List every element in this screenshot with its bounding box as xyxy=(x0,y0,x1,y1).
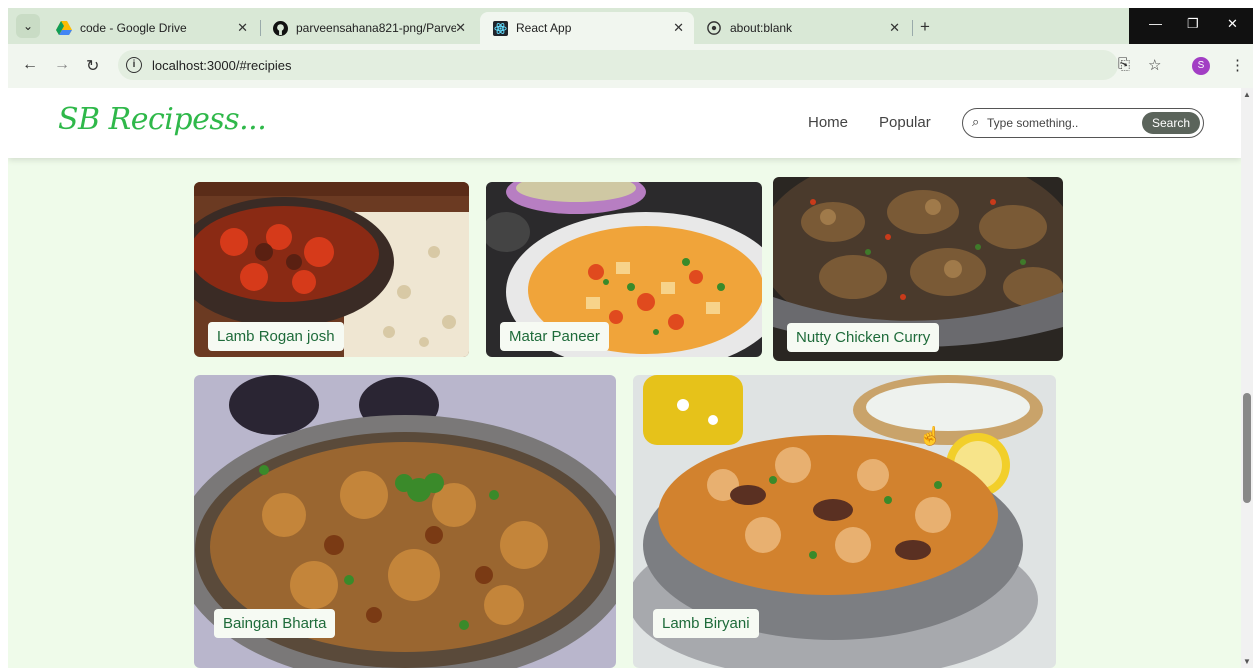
tab-strip: ⌄ code - Google Drive ✕ parveensahana821… xyxy=(8,8,1253,44)
recipe-name: Baingan Bharta xyxy=(214,609,336,638)
install-app-icon[interactable]: ⎘ xyxy=(1118,56,1130,73)
page-viewport: SB Recipess... Home Popular ⌕ Search xyxy=(8,88,1241,668)
close-tab-icon[interactable]: ✕ xyxy=(237,20,248,36)
close-tab-icon[interactable]: ✕ xyxy=(455,20,466,36)
nav-home-link[interactable]: Home xyxy=(808,114,848,131)
search-input[interactable] xyxy=(987,114,1107,132)
recipe-name: Lamb Rogan josh xyxy=(208,322,344,351)
back-icon[interactable]: ← xyxy=(22,56,38,74)
github-icon xyxy=(272,20,288,36)
reload-icon[interactable]: ↻ xyxy=(86,56,99,76)
globe-icon xyxy=(706,20,722,36)
scrollbar-thumb[interactable] xyxy=(1243,393,1251,503)
close-window-icon[interactable]: ✕ xyxy=(1227,16,1238,32)
scroll-up-icon[interactable]: ▲ xyxy=(1243,90,1251,99)
recipe-name: Matar Paneer xyxy=(500,322,609,351)
react-icon xyxy=(492,20,508,36)
site-info-icon[interactable]: i xyxy=(126,57,142,73)
site-navbar: SB Recipess... Home Popular ⌕ Search xyxy=(8,88,1241,158)
browser-window: ⌄ code - Google Drive ✕ parveensahana821… xyxy=(8,8,1253,668)
tab-google-drive[interactable]: code - Google Drive ✕ xyxy=(44,12,258,44)
google-drive-icon xyxy=(56,20,72,36)
profile-avatar[interactable]: S xyxy=(1192,57,1210,75)
recipe-card[interactable]: Matar Paneer xyxy=(486,182,762,357)
url-text: localhost:3000/#recipies xyxy=(152,58,292,73)
tab-github[interactable]: parveensahana821-png/Parveen ✕ xyxy=(260,12,476,44)
browser-toolbar: ← → ↻ i localhost:3000/#recipies ⎘ ☆ S ⋮ xyxy=(8,44,1253,88)
recipe-card[interactable]: Nutty Chicken Curry xyxy=(773,177,1063,361)
tab-title: code - Google Drive xyxy=(80,21,187,35)
tab-title: parveensahana821-png/Parveen xyxy=(296,21,456,35)
tab-search-button[interactable]: ⌄ xyxy=(16,14,40,38)
site-logo[interactable]: SB Recipess... xyxy=(58,102,267,137)
bookmark-star-icon[interactable]: ☆ xyxy=(1148,56,1161,74)
forward-icon[interactable]: → xyxy=(54,56,70,74)
address-bar[interactable]: i localhost:3000/#recipies xyxy=(118,50,1118,80)
recipe-name: Lamb Biryani xyxy=(653,609,759,638)
recipe-card[interactable]: Lamb Rogan josh xyxy=(194,182,469,357)
recipe-card[interactable]: Lamb Biryani xyxy=(633,375,1056,668)
hand-cursor-icon: ☝ xyxy=(919,426,942,446)
tab-react-app[interactable]: React App ✕ xyxy=(480,12,694,44)
nav-popular-link[interactable]: Popular xyxy=(879,114,931,131)
minimize-icon[interactable]: — xyxy=(1149,16,1162,31)
scroll-down-icon[interactable]: ▼ xyxy=(1243,657,1251,666)
recipe-name: Nutty Chicken Curry xyxy=(787,323,940,352)
tab-title: about:blank xyxy=(730,21,793,35)
window-controls: — ❐ ✕ xyxy=(1129,8,1253,44)
close-tab-icon[interactable]: ✕ xyxy=(673,20,684,36)
recipe-card[interactable]: Baingan Bharta xyxy=(194,375,616,668)
close-tab-icon[interactable]: ✕ xyxy=(889,20,900,36)
tab-title: React App xyxy=(516,21,572,35)
page-scrollbar[interactable]: ▲ ▼ xyxy=(1241,88,1253,668)
search-icon: ⌕ xyxy=(972,114,980,129)
restore-icon[interactable]: ❐ xyxy=(1187,16,1199,32)
menu-kebab-icon[interactable]: ⋮ xyxy=(1230,56,1245,74)
tab-about-blank[interactable]: about:blank ✕ xyxy=(694,12,910,44)
search-form: ⌕ Search xyxy=(962,108,1204,138)
new-tab-icon[interactable]: + xyxy=(920,17,930,37)
tab-separator xyxy=(912,20,913,36)
search-button[interactable]: Search xyxy=(1142,112,1200,134)
